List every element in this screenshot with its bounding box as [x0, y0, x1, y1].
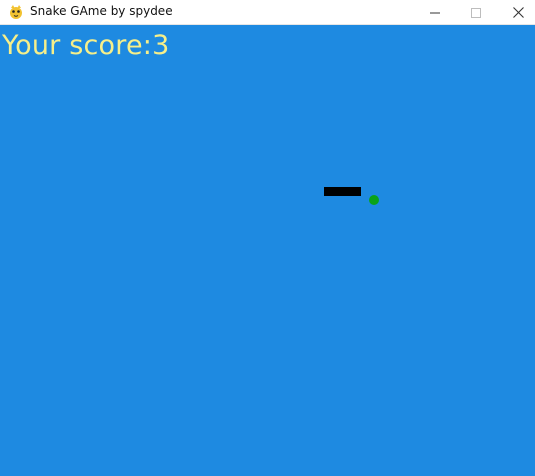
minimize-button[interactable]: [412, 0, 458, 25]
score-value: 3: [152, 30, 170, 61]
minimize-icon: [430, 12, 440, 13]
maximize-button[interactable]: [453, 0, 499, 25]
score-label: Your score:: [2, 30, 153, 61]
title-bar[interactable]: Snake GAme by spydee: [0, 0, 535, 25]
score-display: Your score:3: [2, 30, 169, 61]
pygame-snake-icon: [10, 5, 22, 19]
close-icon: [512, 7, 524, 18]
window-title: Snake GAme by spydee: [30, 4, 173, 18]
snake-body: [324, 187, 361, 196]
game-canvas[interactable]: Your score:3: [0, 25, 535, 476]
close-button[interactable]: [495, 0, 535, 25]
maximize-icon: [471, 7, 481, 18]
game-window: Snake GAme by spydee Your score:3: [0, 0, 535, 476]
food-pellet: [369, 195, 379, 205]
